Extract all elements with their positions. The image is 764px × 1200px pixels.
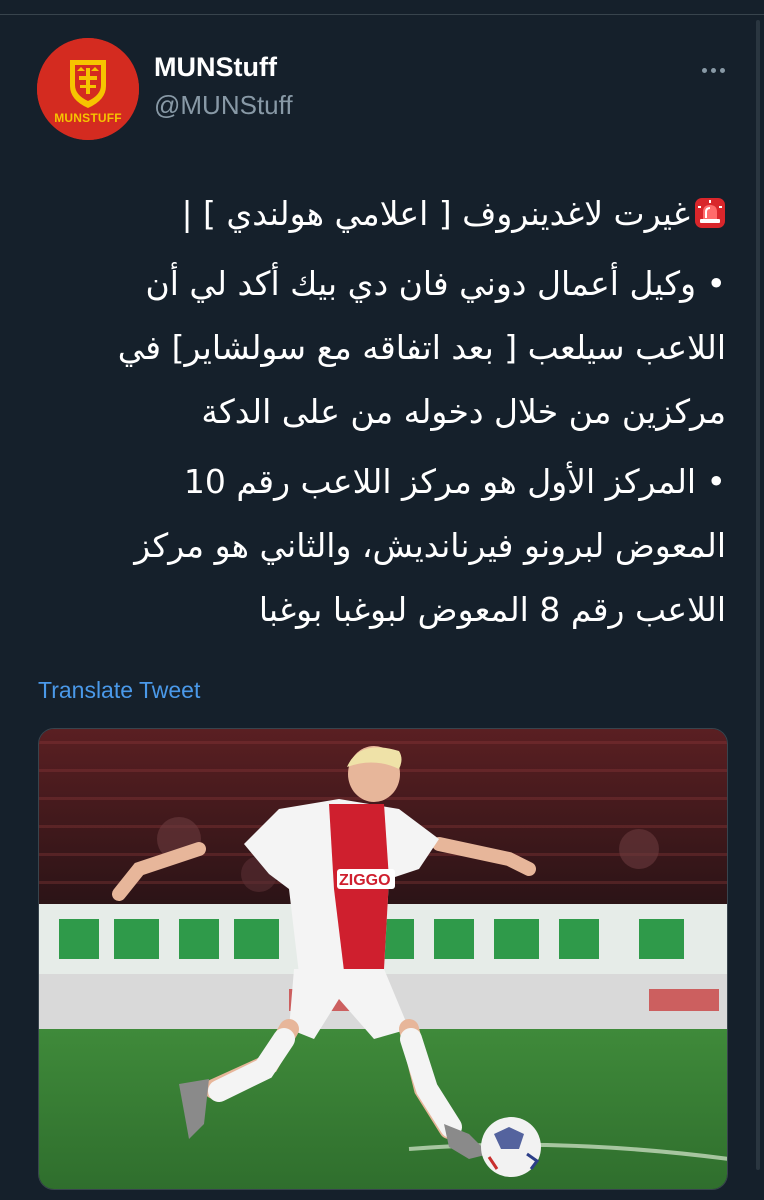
author-name[interactable]: MUNStuff [154,52,277,83]
tweet-paragraph-2: • وكيل أعمال دوني فان دي بيك أكد لي أن ا… [36,252,726,444]
avatar-wordmark: MUNSTUFF [54,111,122,125]
author-handle[interactable]: @MUNStuff [154,90,293,121]
avatar[interactable]: MUNSTUFF [37,38,139,140]
tweet-line: اللاعب رقم 8 المعوض لبوغبا بوغبا [258,590,726,629]
more-dot-icon [719,67,725,73]
tweet-line: اللاعب سيلعب [ بعد اتفاقه مع سولشاير] في [117,328,726,367]
tweet-photo[interactable]: ZIGGO [38,728,728,1190]
siren-emoji-icon [695,198,725,228]
svg-text:ZIGGO: ZIGGO [339,872,391,889]
scrollbar[interactable] [756,20,760,1170]
tweet-line: • وكيل أعمال دوني فان دي بيك أكد لي أن [145,264,726,303]
more-dot-icon [701,67,707,73]
tweet-paragraph-1: غيرت لاغدينروف [ اعلامي هولندي ] | [36,182,726,246]
tweet-card: MUNSTUFF MUNStuff @MUNStuff غيرت لاغدينر… [0,0,764,1200]
tweet-line: المعوض لبرونو فيرنانديش، والثاني هو مركز [134,526,726,565]
tweet-paragraph-3: • المركز الأول هو مركز اللاعب رقم 10 الم… [36,450,726,642]
tweet-line: مركزين من خلال دخوله من على الدكة [201,392,726,431]
football-photo-icon: ZIGGO [39,729,727,1189]
tweet-line-text: غيرت لاغدينروف [ اعلامي هولندي ] | [181,194,690,233]
tweet-text: غيرت لاغدينروف [ اعلامي هولندي ] | • وكي… [36,182,726,648]
tweet-line: • المركز الأول هو مركز اللاعب رقم 10 [183,462,726,501]
top-divider [0,0,764,15]
more-options-button[interactable] [693,56,733,84]
tweet-line: غيرت لاغدينروف [ اعلامي هولندي ] | [36,182,726,246]
translate-tweet-link[interactable]: Translate Tweet [38,677,200,704]
more-dot-icon [710,67,716,73]
